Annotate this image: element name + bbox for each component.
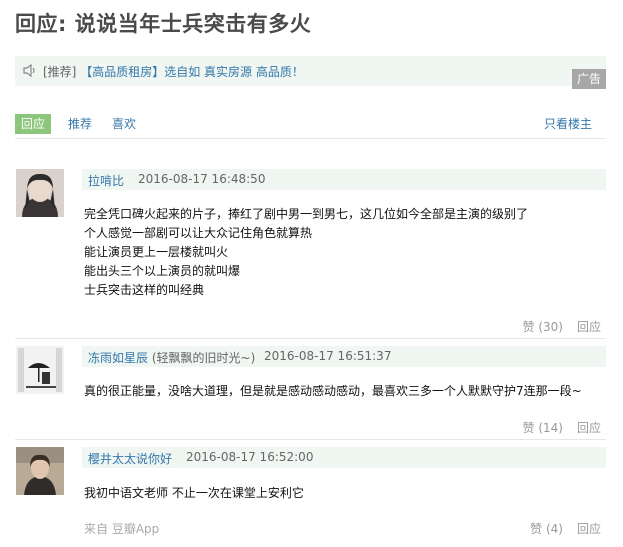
comment-meta: 樱井太太说你好 2016-08-17 16:52:00 bbox=[82, 447, 606, 468]
comment-line: 真的很正能量，没啥大道理，但是就是感动感动感动，最喜欢三多一个人默默守护7连那一… bbox=[84, 384, 582, 398]
tab-like[interactable]: 喜欢 bbox=[112, 115, 136, 132]
author-name: 冻雨如星辰 bbox=[88, 351, 149, 365]
reply-button[interactable]: 回应 bbox=[577, 522, 601, 536]
reply-button[interactable]: 回应 bbox=[577, 320, 601, 334]
like-button[interactable]: 赞 (4) bbox=[530, 522, 563, 536]
ad-badge: 广告 bbox=[571, 69, 606, 89]
comment-time: 2016-08-17 16:48:50 bbox=[138, 172, 266, 186]
comment-line: 士兵突击这样的叫经典 bbox=[84, 283, 205, 297]
avatar[interactable] bbox=[16, 169, 64, 217]
comment-content: 真的很正能量，没啥大道理，但是就是感动感动感动，最喜欢三多一个人默默守护7连那一… bbox=[84, 382, 582, 401]
like-button[interactable]: 赞 (30) bbox=[523, 320, 563, 334]
comment-divider bbox=[15, 439, 606, 440]
ad-tag: [推荐] bbox=[43, 65, 77, 79]
comment-content: 完全凭口碑火起来的片子，捧红了剧中男一到男七，这几位如今全部是主演的级别了 个人… bbox=[84, 205, 528, 300]
page-title: 回应: 说说当年士兵突击有多火 bbox=[15, 12, 312, 36]
comment-author[interactable]: 冻雨如星辰 (轻飘飘的旧时光~) bbox=[88, 349, 255, 366]
tab-reply[interactable]: 回应 bbox=[15, 114, 52, 134]
owner-only-link[interactable]: 只看楼主 bbox=[544, 115, 592, 132]
comment-meta: 拉啃比 2016-08-17 16:48:50 bbox=[82, 169, 606, 190]
comment-line: 能让演员更上一层楼就叫火 bbox=[84, 245, 229, 259]
comment-author[interactable]: 拉啃比 bbox=[88, 172, 124, 189]
comment-content: 我初中语文老师 不止一次在课堂上安利它 bbox=[84, 484, 304, 503]
comment-actions: 赞 (30) 回应 bbox=[509, 318, 601, 335]
comment-line: 能出头三个以上演员的就叫爆 bbox=[84, 264, 241, 278]
like-button[interactable]: 赞 (14) bbox=[523, 421, 563, 435]
author-signature: (轻飘飘的旧时光~) bbox=[151, 351, 256, 365]
tabs-divider bbox=[15, 138, 606, 139]
comment-actions: 赞 (4) 回应 bbox=[516, 520, 601, 537]
comment-author[interactable]: 樱井太太说你好 bbox=[88, 450, 172, 467]
reply-button[interactable]: 回应 bbox=[577, 421, 601, 435]
comment-meta: 冻雨如星辰 (轻飘飘的旧时光~) 2016-08-17 16:51:37 bbox=[82, 346, 606, 367]
comment-time: 2016-08-17 16:52:00 bbox=[186, 450, 314, 464]
comment-line: 个人感觉一部剧可以让大众记住角色就算热 bbox=[84, 226, 313, 240]
avatar[interactable] bbox=[16, 346, 64, 394]
comment-divider bbox=[15, 338, 606, 339]
speaker-icon bbox=[23, 64, 35, 77]
comment-actions: 赞 (14) 回应 bbox=[509, 419, 601, 436]
avatar[interactable] bbox=[16, 447, 64, 495]
ad-link[interactable]: 【高品质租房】选自如 真实房源 高品质！ bbox=[80, 65, 304, 79]
tab-recommend[interactable]: 推荐 bbox=[68, 115, 92, 132]
comment-time: 2016-08-17 16:51:37 bbox=[264, 349, 392, 363]
comment-line: 完全凭口碑火起来的片子，捧红了剧中男一到男七，这几位如今全部是主演的级别了 bbox=[84, 207, 529, 221]
comment-source: 来自 豆瓣App bbox=[84, 522, 160, 536]
comment-line: 我初中语文老师 不止一次在课堂上安利它 bbox=[84, 486, 304, 500]
reply-tabs: 回应 推荐 喜欢 只看楼主 bbox=[15, 113, 606, 135]
ad-banner[interactable]: [推荐] 【高品质租房】选自如 真实房源 高品质！ 广告 bbox=[15, 56, 606, 89]
